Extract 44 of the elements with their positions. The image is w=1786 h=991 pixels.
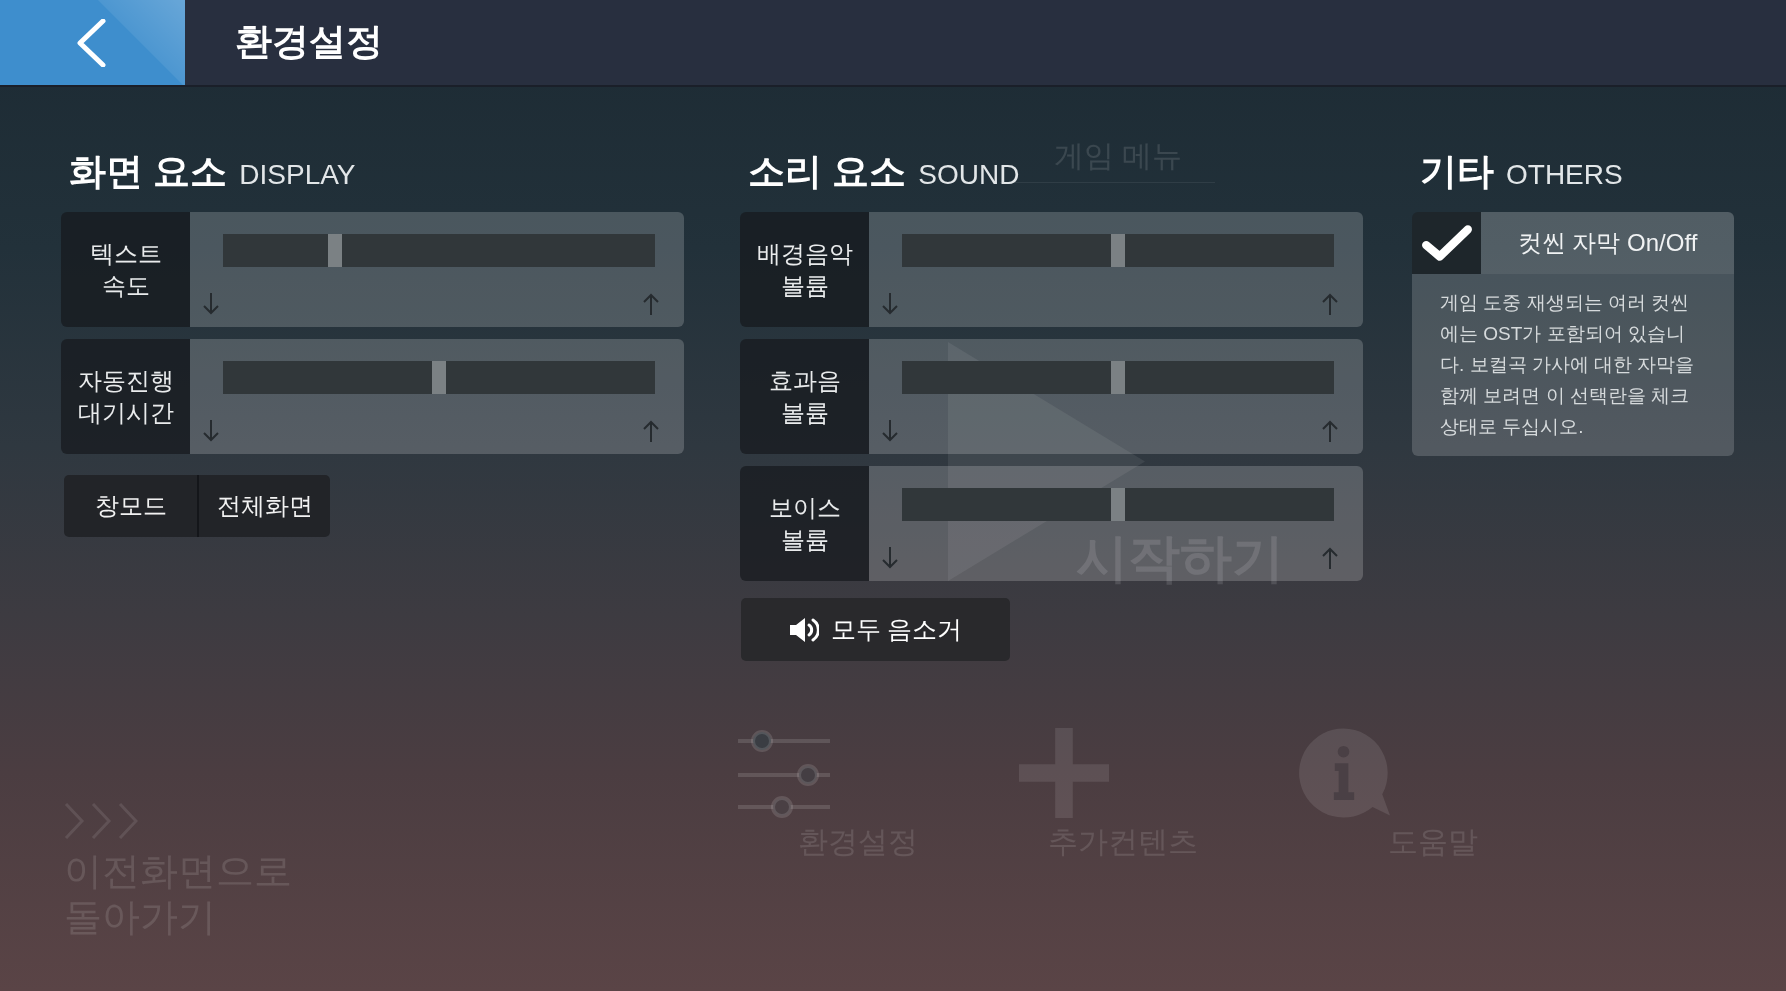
sliders-icon	[738, 728, 830, 818]
up-arrow-icon	[1322, 547, 1338, 570]
option-description: 게임 도중 재생되는 여러 컷씬에는 OST가 포함되어 있습니다. 보컬곡 가사에 대한 자막을 함께 보려면 이 선택란을 체크 상태로 두십시오.	[1412, 274, 1734, 457]
slider-track[interactable]	[902, 361, 1334, 395]
slider-track[interactable]	[223, 234, 655, 268]
section-title: 소리 요소	[748, 150, 907, 194]
up-arrow-icon	[1322, 420, 1338, 443]
section-subtitle: SOUND	[918, 158, 1020, 192]
slider-track[interactable]	[223, 361, 655, 395]
slider-track[interactable]	[902, 234, 1334, 268]
section-subtitle: DISPLAY	[239, 158, 356, 192]
setting-label: 자동진행 대기시간	[61, 339, 190, 455]
slider-thumb[interactable]	[1111, 361, 1125, 395]
down-arrow-icon	[882, 293, 898, 316]
down-arrow-icon	[203, 293, 219, 316]
page-title: 환경설정	[235, 20, 383, 65]
option-label: 컷씬 자막 On/Off	[1481, 212, 1734, 275]
mode-button[interactable]: 전체화면	[197, 475, 330, 538]
slider-thumb[interactable]	[432, 361, 446, 395]
checkmark-icon	[1420, 224, 1473, 263]
speaker-icon	[788, 616, 819, 643]
down-arrow-icon	[882, 420, 898, 443]
section-title: 기타	[1420, 150, 1494, 194]
slider-thumb[interactable]	[1111, 234, 1125, 268]
down-arrow-icon	[203, 420, 219, 443]
checkbox[interactable]	[1412, 212, 1481, 275]
plus-icon	[1018, 728, 1110, 818]
setting-label: 텍스트 속도	[61, 212, 190, 328]
setting-label: 효과음 볼륨	[740, 339, 869, 455]
mode-button[interactable]: 창모드	[64, 475, 197, 538]
section-title: 화면 요소	[69, 150, 228, 194]
down-arrow-icon	[882, 547, 898, 570]
setting-label: 배경음악 볼륨	[740, 212, 869, 328]
info-bubble-icon	[1298, 728, 1390, 818]
up-arrow-icon	[1322, 293, 1338, 316]
slider-thumb[interactable]	[327, 234, 342, 268]
back-button[interactable]	[0, 0, 185, 85]
section-subtitle: OTHERS	[1506, 158, 1623, 192]
mute-all-button[interactable]: 모두 음소거	[741, 598, 1010, 662]
slider-track[interactable]	[902, 488, 1334, 522]
setting-label: 보이스 볼륨	[740, 466, 869, 582]
up-arrow-icon	[643, 293, 659, 316]
up-arrow-icon	[643, 420, 659, 443]
slider-thumb[interactable]	[1111, 488, 1125, 522]
